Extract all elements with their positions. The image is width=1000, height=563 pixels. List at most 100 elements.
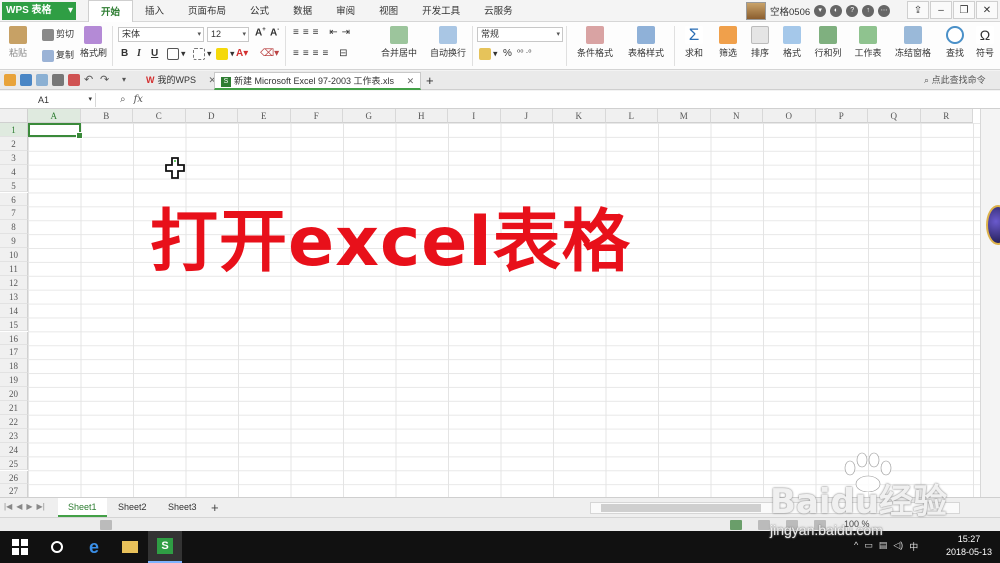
menu-tab[interactable]: 公式 — [238, 0, 281, 22]
undo-icon[interactable]: ↶ — [84, 74, 96, 86]
column-header[interactable]: C — [133, 109, 186, 123]
conditional-format-button[interactable]: 条件格式 — [572, 26, 618, 59]
column-header[interactable]: M — [658, 109, 711, 123]
row-header[interactable]: 1 — [0, 123, 28, 137]
print-icon[interactable] — [52, 74, 64, 86]
underline-button[interactable]: U — [151, 48, 158, 59]
share-icon[interactable]: ↑ — [862, 5, 875, 17]
battery-icon[interactable]: ▭ — [864, 540, 873, 553]
column-header[interactable]: H — [395, 109, 448, 123]
avatar[interactable] — [746, 2, 766, 20]
name-box[interactable]: A1 ▾ — [4, 93, 96, 107]
wrap-text-button[interactable]: 自动换行 — [426, 26, 470, 59]
copy-button[interactable]: 复制 — [42, 48, 74, 62]
italic-button[interactable]: I — [137, 48, 141, 59]
menu-tab[interactable]: 数据 — [281, 0, 324, 22]
export-pdf-icon[interactable] — [68, 74, 80, 86]
row-header[interactable]: 23 — [0, 428, 28, 443]
menu-tab[interactable]: 视图 — [367, 0, 410, 22]
normal-view-icon[interactable] — [730, 520, 742, 530]
percent-button[interactable]: % — [503, 48, 512, 59]
format-painter-button[interactable]: 格式刷 — [80, 26, 107, 59]
column-header[interactable]: P — [815, 109, 868, 123]
column-header[interactable]: F — [290, 109, 343, 123]
input-method-indicator[interactable]: 中 — [909, 540, 918, 553]
column-header[interactable]: Q — [868, 109, 921, 123]
bold-button[interactable]: B — [121, 48, 128, 59]
font-color-button[interactable]: A▾ — [236, 48, 248, 59]
row-header[interactable]: 2 — [0, 136, 28, 151]
reading-view-icon[interactable] — [814, 520, 826, 530]
sort-button[interactable]: 排序 — [746, 26, 774, 59]
open-icon[interactable] — [4, 74, 16, 86]
column-header[interactable]: A — [28, 109, 81, 123]
column-header[interactable]: D — [185, 109, 238, 123]
page-layout-view-icon[interactable] — [758, 520, 770, 530]
scroll-thumb[interactable] — [601, 504, 761, 512]
row-header[interactable]: 16 — [0, 331, 28, 346]
row-header[interactable]: 24 — [0, 442, 28, 457]
decimal-buttons[interactable]: ⁰⁰ ·⁰ — [517, 48, 532, 57]
row-header[interactable]: 10 — [0, 248, 28, 262]
column-header[interactable]: G — [343, 109, 396, 123]
sheet-tab[interactable]: Sheet3 — [158, 498, 207, 517]
merge-cells-button[interactable]: ▾ — [193, 48, 212, 60]
grow-font-icon[interactable]: A+ — [255, 27, 266, 38]
user-menu-icon[interactable]: ▾ — [814, 5, 827, 17]
spreadsheet-grid[interactable]: ABCDEFGHIJKLMNOPQR 1 2 3 4 5 6 7 8 9 10 11 12 13 14 15… — [0, 109, 980, 497]
horizontal-align-buttons[interactable]: ≡≡≡≡ ⊟ — [293, 48, 352, 59]
row-header[interactable]: 3 — [0, 150, 28, 165]
menu-tab[interactable]: 插入 — [133, 0, 176, 22]
format-button[interactable]: 格式 — [778, 26, 806, 59]
close-icon[interactable]: ✕ — [407, 76, 415, 86]
prev-sheet-icon[interactable]: ◀ — [16, 502, 22, 511]
file-explorer-button[interactable] — [113, 531, 147, 563]
insert-function-button[interactable]: fx — [134, 93, 143, 107]
upload-icon[interactable]: ⇪ — [907, 1, 929, 19]
row-header[interactable]: 15 — [0, 317, 28, 332]
zoom-search-icon[interactable]: ⌕ — [120, 93, 126, 107]
row-header[interactable]: 5 — [0, 178, 28, 193]
skin-icon[interactable]: ◐ — [830, 5, 843, 17]
find-button[interactable]: 查找 — [940, 26, 970, 59]
column-header[interactable]: J — [500, 109, 553, 123]
sheet-tab[interactable]: Sheet2 — [108, 498, 157, 517]
vertical-scrollbar[interactable] — [980, 109, 1000, 497]
row-header[interactable]: 9 — [0, 234, 28, 249]
customize-icon[interactable]: ▾ — [122, 74, 134, 86]
new-tab-button[interactable]: + — [420, 72, 440, 90]
active-cell-a1[interactable] — [28, 123, 83, 139]
help-icon[interactable]: ? — [846, 5, 859, 17]
row-header[interactable]: 19 — [0, 373, 28, 388]
menu-tab[interactable]: 开始 — [88, 0, 134, 22]
row-col-button[interactable]: 行和列 — [810, 26, 846, 59]
number-format-select[interactable]: 常规 ▾ — [477, 27, 563, 42]
task-view-button[interactable] — [40, 531, 74, 563]
add-sheet-button[interactable]: + — [211, 498, 219, 517]
shrink-font-icon[interactable]: A- — [270, 27, 279, 38]
volume-icon[interactable]: ◁) — [893, 540, 903, 553]
cell-area[interactable] — [28, 123, 980, 497]
filter-button[interactable]: 筛选 — [714, 26, 742, 59]
currency-button[interactable]: ▾ — [479, 48, 498, 60]
page-break-view-icon[interactable] — [786, 520, 798, 530]
row-header[interactable]: 18 — [0, 359, 28, 374]
close-button[interactable]: ✕ — [976, 1, 998, 19]
cut-button[interactable]: 剪切 — [42, 27, 74, 41]
row-header[interactable]: 12 — [0, 275, 28, 290]
symbol-button[interactable]: Ω 符号 — [972, 26, 998, 59]
row-header[interactable]: 22 — [0, 414, 28, 429]
row-header[interactable]: 7 — [0, 206, 28, 221]
windows-start-icon[interactable] — [12, 539, 28, 555]
menu-tab[interactable]: 审阅 — [324, 0, 367, 22]
row-header[interactable]: 14 — [0, 303, 28, 318]
command-search[interactable]: ⌕ 点此查找命令 — [924, 73, 996, 87]
borders-button[interactable]: ▾ — [167, 48, 186, 60]
print-preview-icon[interactable] — [36, 74, 48, 86]
paste-button[interactable]: 粘贴 — [6, 26, 30, 59]
menu-tab[interactable]: 云服务 — [472, 0, 525, 22]
row-header[interactable]: 21 — [0, 401, 28, 415]
column-header[interactable]: E — [238, 109, 291, 123]
row-header[interactable]: 25 — [0, 456, 28, 471]
first-sheet-icon[interactable]: |◀ — [4, 502, 12, 511]
